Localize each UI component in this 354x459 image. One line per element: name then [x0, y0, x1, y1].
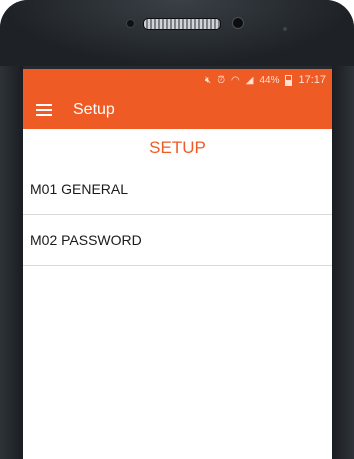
- phone-left-edge: [0, 66, 23, 459]
- front-camera: [232, 17, 244, 29]
- hamburger-menu-icon[interactable]: [36, 104, 52, 116]
- status-time: 17:17: [298, 74, 326, 86]
- list-item-label: M02 PASSWORD: [30, 232, 142, 248]
- page-heading: SETUP: [149, 138, 206, 157]
- battery-percent: 44%: [259, 74, 280, 86]
- wifi-icon: ◠: [231, 74, 240, 86]
- earpiece-speaker: [143, 18, 221, 30]
- app-bar: Setup: [23, 91, 332, 129]
- alarm-icon: ⏰︎: [217, 74, 226, 86]
- light-sensor: [283, 27, 287, 31]
- phone-top-bezel: [0, 0, 354, 66]
- list-item-label: M01 GENERAL: [30, 181, 129, 197]
- status-bar: 🔇︎ ⏰︎ ◠ ◢ 44% 17:17: [23, 69, 332, 91]
- mute-icon: 🔇︎: [204, 74, 212, 86]
- proximity-sensor: [126, 19, 135, 28]
- phone-frame: 🔇︎ ⏰︎ ◠ ◢ 44% 17:17 Setup SETUP M01 GENE…: [0, 0, 354, 459]
- list-item-m02-password[interactable]: M02 PASSWORD: [23, 215, 332, 266]
- phone-right-edge: [332, 66, 354, 459]
- list-item-m01-general[interactable]: M01 GENERAL: [23, 164, 332, 215]
- setup-menu-list: M01 GENERAL M02 PASSWORD: [23, 164, 332, 266]
- battery-icon: [285, 74, 293, 86]
- phone-screen: 🔇︎ ⏰︎ ◠ ◢ 44% 17:17 Setup SETUP M01 GENE…: [23, 69, 332, 459]
- app-bar-title: Setup: [73, 101, 115, 118]
- signal-icon: ◢: [245, 74, 254, 86]
